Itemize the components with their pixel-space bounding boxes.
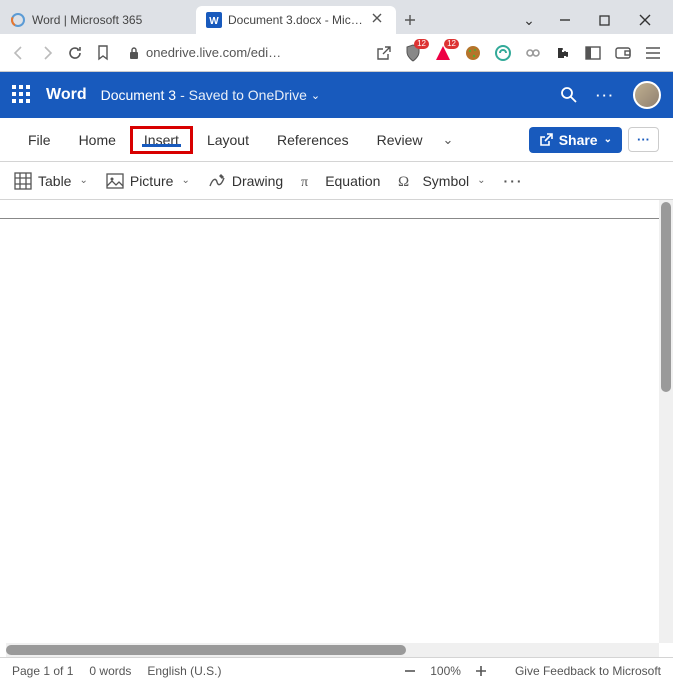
office-favicon (10, 12, 26, 28)
drawing-button[interactable]: Drawing (208, 172, 283, 190)
chevron-down-icon: ⌄ (477, 175, 485, 186)
tab-review[interactable]: Review (363, 126, 437, 154)
back-icon[interactable] (10, 44, 28, 62)
extensions-puzzle-icon[interactable] (553, 43, 573, 63)
symbol-button[interactable]: Ω Symbol ⌄ (398, 172, 485, 190)
lock-icon (128, 46, 140, 60)
document-area (0, 200, 673, 643)
url-text: onedrive.live.com/edi… (146, 45, 281, 60)
nav-buttons (10, 44, 112, 62)
table-icon (14, 172, 32, 190)
equation-button[interactable]: π Equation (301, 172, 380, 190)
minimize-icon[interactable] (559, 14, 579, 26)
extensions: 12 12 (403, 43, 663, 63)
zoom-in-button[interactable] (475, 665, 487, 677)
chevron-down-icon: ⌄ (79, 175, 87, 186)
document-page[interactable] (0, 218, 659, 643)
ribbon-tabs: File Home Insert Layout References Revie… (0, 118, 673, 162)
tab-layout[interactable]: Layout (193, 126, 263, 154)
chevron-down-icon: ⌄ (311, 89, 320, 102)
more-icon[interactable]: ··· (596, 88, 615, 103)
maximize-icon[interactable] (599, 15, 619, 26)
word-title-bar: Word Document 3 - Saved to OneDrive ⌄ ··… (0, 72, 673, 118)
page-count[interactable]: Page 1 of 1 (12, 664, 73, 678)
status-bar: Page 1 of 1 0 words English (U.S.) 100% … (0, 657, 673, 683)
browser-tab-word365[interactable]: Word | Microsoft 365 (0, 6, 196, 34)
chevron-down-icon: ⌄ (181, 175, 189, 186)
mode-dropdown-icon[interactable]: ⌄ (442, 132, 453, 148)
word-favicon: W (206, 12, 222, 28)
new-tab-button[interactable] (396, 6, 424, 34)
extension-chain-icon[interactable] (523, 43, 543, 63)
feedback-link[interactable]: Give Feedback to Microsoft (515, 664, 661, 678)
tab-insert[interactable]: Insert (130, 126, 193, 154)
browser-toolbar: onedrive.live.com/edi… 12 12 (0, 34, 673, 72)
bookmark-icon[interactable] (94, 44, 112, 62)
tab-file[interactable]: File (14, 126, 65, 154)
tab-references[interactable]: References (263, 126, 363, 154)
word-count[interactable]: 0 words (89, 664, 131, 678)
app-launcher-icon[interactable] (12, 85, 32, 105)
picture-icon (106, 172, 124, 190)
reload-icon[interactable] (66, 44, 84, 62)
browser-tab-title: Word | Microsoft 365 (32, 13, 186, 27)
cookie-icon[interactable] (463, 43, 483, 63)
chevron-down-icon: ⌄ (604, 134, 612, 145)
svg-text:π: π (301, 175, 308, 190)
close-tab-icon[interactable] (372, 13, 386, 27)
picture-button[interactable]: Picture ⌄ (106, 172, 190, 190)
chevron-down-icon[interactable]: ⌄ (519, 12, 539, 29)
share-url-icon[interactable] (375, 44, 393, 62)
scroll-thumb[interactable] (6, 645, 406, 655)
symbol-icon: Ω (398, 172, 416, 190)
search-icon[interactable] (560, 86, 578, 104)
svg-text:Ω: Ω (398, 174, 409, 190)
browser-tab-document[interactable]: W Document 3.docx - Micros (196, 6, 396, 34)
table-button[interactable]: Table ⌄ (14, 172, 88, 190)
browser-tab-title: Document 3.docx - Micros (228, 13, 366, 27)
a-badge: 12 (444, 39, 459, 49)
extension-a-icon[interactable]: 12 (433, 43, 453, 63)
brave-shields-icon[interactable]: 12 (403, 43, 423, 63)
language[interactable]: English (U.S.) (147, 664, 221, 678)
word-app-name: Word (46, 86, 87, 104)
address-bar[interactable]: onedrive.live.com/edi… (122, 45, 365, 60)
brave-badge: 12 (414, 39, 429, 49)
forward-icon[interactable] (38, 44, 56, 62)
drawing-icon (208, 172, 226, 190)
ribbon-toolbar: Table ⌄ Picture ⌄ Drawing π Equation Ω S… (0, 162, 673, 200)
ribbon-more-button[interactable]: ··· (628, 127, 659, 152)
extension-g-icon[interactable] (493, 43, 513, 63)
sidepanel-icon[interactable] (583, 43, 603, 63)
horizontal-scrollbar[interactable] (6, 643, 659, 657)
tab-home[interactable]: Home (65, 126, 130, 154)
close-window-icon[interactable] (639, 14, 659, 26)
zoom-out-button[interactable] (404, 665, 416, 677)
document-name[interactable]: Document 3 - Saved to OneDrive ⌄ (101, 87, 321, 103)
equation-icon: π (301, 172, 319, 190)
browser-tab-strip: Word | Microsoft 365 W Document 3.docx -… (0, 0, 673, 34)
zoom-level[interactable]: 100% (430, 664, 461, 678)
window-controls: ⌄ (505, 6, 673, 34)
browser-menu-icon[interactable] (643, 43, 663, 63)
wallet-icon[interactable] (613, 43, 633, 63)
vertical-scrollbar[interactable] (659, 200, 673, 643)
share-button[interactable]: Share ⌄ (529, 127, 622, 153)
svg-text:W: W (209, 16, 219, 27)
scroll-thumb[interactable] (661, 202, 671, 392)
avatar[interactable] (633, 81, 661, 109)
ribbon-overflow-button[interactable]: ··· (504, 173, 524, 189)
